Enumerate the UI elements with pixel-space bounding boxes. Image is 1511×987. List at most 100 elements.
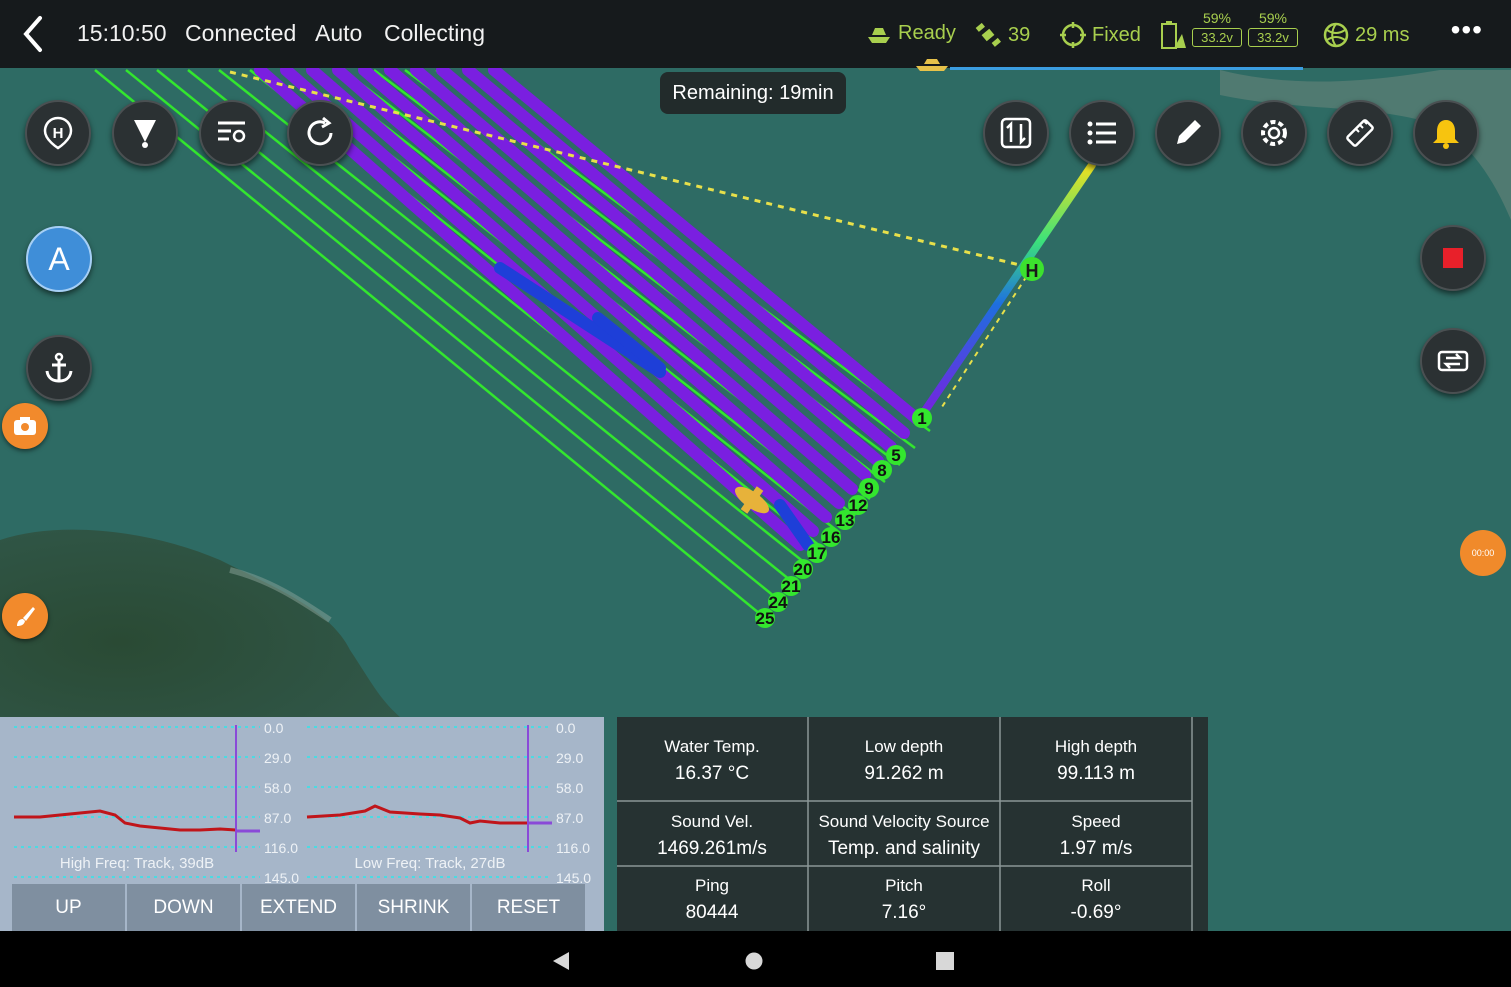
stop-record-button[interactable] — [1420, 225, 1486, 291]
swap-icon — [1437, 350, 1469, 372]
battery-1-voltage: 33.2v — [1192, 28, 1242, 47]
roll-cell: Roll -0.69° — [1001, 856, 1191, 923]
depth-tick-label: 29.0 — [556, 750, 583, 766]
reset-button[interactable]: RESET — [472, 884, 585, 931]
connection-status: Connected — [185, 20, 297, 46]
pitch-cell: Pitch 7.16° — [809, 856, 999, 923]
depth-tick-label: 87.0 — [264, 810, 291, 826]
depth-tick-label: 0.0 — [556, 720, 576, 736]
line-number-label: 1 — [912, 408, 932, 428]
clock-time: 15:10:50 — [77, 20, 167, 46]
ping-label: Ping — [694, 876, 730, 895]
brush-icon — [17, 607, 35, 626]
up-button[interactable]: UP — [12, 884, 125, 931]
sound-vel-label: Sound Vel. — [670, 812, 754, 831]
anchor-button[interactable] — [26, 335, 92, 401]
down-button[interactable]: DOWN — [127, 884, 240, 931]
back-arrow-icon[interactable] — [18, 14, 50, 54]
measure-button[interactable] — [1327, 100, 1393, 166]
latency-value: 29 ms — [1355, 23, 1410, 46]
line-number-label: 20 — [793, 559, 813, 579]
gear-icon — [1261, 120, 1287, 146]
high-depth-cell: High depth 99.113 m — [1001, 717, 1191, 784]
auto-mode-label: A — [48, 240, 70, 277]
ruler-icon — [1346, 119, 1374, 147]
waypoint-button[interactable] — [112, 100, 178, 166]
depth-tick-label: 116.0 — [264, 840, 298, 856]
route-list-button[interactable] — [199, 100, 265, 166]
fix-status: Fixed — [1060, 22, 1141, 48]
speed-cell: Speed 1.97 m/s — [1001, 792, 1191, 859]
battery-2-voltage: 33.2v — [1248, 28, 1298, 47]
extend-button[interactable]: EXTEND — [242, 884, 355, 931]
nav-recents-icon[interactable] — [935, 951, 955, 971]
more-menu-icon[interactable]: ••• — [1451, 14, 1483, 46]
satellite-count-value: 39 — [1008, 23, 1031, 46]
nav-home-icon[interactable] — [744, 951, 764, 971]
settings-button[interactable] — [1241, 100, 1307, 166]
line-number-label: 5 — [886, 445, 906, 465]
network-latency: 29 ms — [1323, 22, 1409, 48]
bell-icon — [1433, 120, 1459, 149]
line-number-label: 9 — [859, 478, 879, 498]
high-depth-label: High depth — [1054, 737, 1138, 756]
signal-globe-icon — [1323, 22, 1349, 48]
list-button[interactable] — [1069, 100, 1135, 166]
water-temp-label: Water Temp. — [664, 737, 760, 756]
depth-tick-label: 0.0 — [264, 720, 284, 736]
home-marker[interactable]: H — [1020, 257, 1044, 281]
sensor-info-panel: Water Temp. 16.37 °C Low depth 91.262 m Hi… — [617, 717, 1208, 931]
camera-icon — [14, 417, 36, 435]
refresh-button[interactable] — [287, 100, 353, 166]
collection-status: Collecting — [384, 20, 485, 46]
home-button[interactable]: H — [25, 100, 91, 166]
edit-button[interactable] — [1155, 100, 1221, 166]
battery-2-percent: 59% — [1258, 10, 1288, 26]
low-depth-cell: Low depth 91.262 m — [809, 717, 999, 784]
mode-status[interactable]: Auto — [315, 20, 362, 47]
ping-value: 80444 — [685, 902, 739, 923]
depth-tick-label: 29.0 — [264, 750, 291, 766]
auto-mode-button[interactable]: A — [26, 226, 92, 292]
pitch-value: 7.16° — [881, 902, 927, 923]
battery-1: 59% 33.2v — [1192, 10, 1242, 47]
boat-status-icon — [868, 27, 890, 43]
timer-badge[interactable]: 00:00 — [1460, 530, 1506, 576]
echogram-controls: UP DOWN EXTEND SHRINK RESET — [12, 884, 585, 931]
list-location-icon — [218, 121, 246, 143]
home-marker-label: H — [1026, 261, 1039, 281]
top-status-bar: 15:10:50 Connected Auto Collecting Ready… — [0, 0, 1511, 68]
fix-status-label: Fixed — [1092, 23, 1141, 46]
low-freq-trace — [306, 804, 528, 825]
line-number-label: 25 — [755, 608, 775, 628]
low-freq-caption: Low Freq: Track, 27dB — [355, 855, 506, 872]
nav-back-icon[interactable] — [551, 951, 571, 971]
high-depth-value: 99.113 m — [1057, 763, 1135, 784]
camera-button[interactable] — [2, 403, 48, 449]
upload-download-icon — [1000, 117, 1032, 149]
water-temp-cell: Water Temp. 16.37 °C — [617, 717, 807, 784]
low-depth-label: Low depth — [864, 737, 944, 756]
crosshair-icon — [1060, 22, 1086, 48]
svg-text:5: 5 — [891, 446, 900, 465]
progress-boat-icon — [916, 59, 948, 71]
list-icon — [1087, 121, 1116, 145]
brush-button[interactable] — [2, 593, 48, 639]
svg-text:8: 8 — [877, 461, 886, 480]
anchor-icon — [45, 352, 73, 383]
switch-view-button[interactable] — [1420, 328, 1486, 394]
roll-value: -0.69° — [1070, 902, 1122, 923]
stop-icon — [1443, 248, 1463, 268]
line-number-label: 13 — [835, 510, 855, 530]
data-transfer-button[interactable] — [983, 100, 1049, 166]
depth-tick-label: 87.0 — [556, 810, 583, 826]
ping-cell: Ping 80444 — [617, 856, 807, 923]
svg-text:1: 1 — [917, 409, 926, 428]
depth-tick-label: 58.0 — [556, 780, 583, 796]
refresh-icon — [307, 116, 333, 146]
alarm-button[interactable] — [1413, 100, 1479, 166]
high-freq-trace — [14, 809, 237, 832]
shrink-button[interactable]: SHRINK — [357, 884, 470, 931]
mission-progress-bar — [950, 67, 1303, 70]
satellite-icon — [975, 22, 1001, 47]
